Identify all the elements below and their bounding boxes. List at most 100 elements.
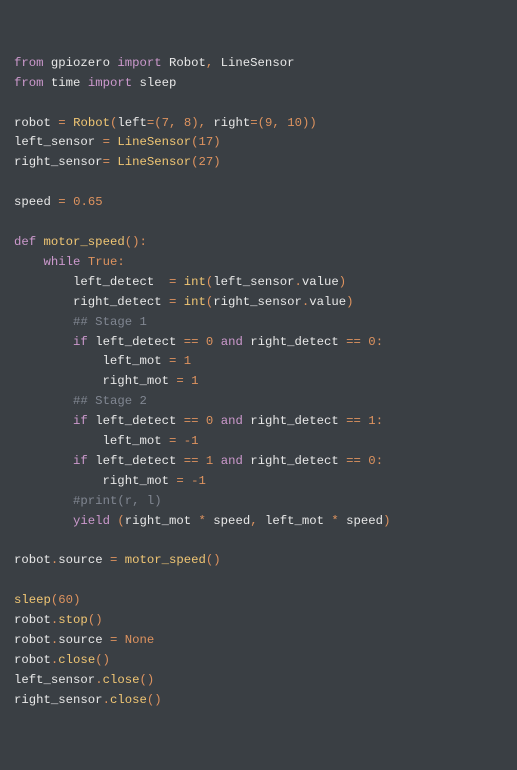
code-token: , (272, 116, 279, 130)
code-token: () (95, 653, 110, 667)
code-line: left_detect = int(left_sensor.value) (14, 273, 517, 293)
code-token: 60 (58, 593, 73, 607)
code-token: 1 (184, 354, 191, 368)
code-line: robot = Robot(left=(7, 8), right=(9, 10)… (14, 114, 517, 134)
code-line: from gpiozero import Robot, LineSensor (14, 54, 517, 74)
code-token: Robot (73, 116, 110, 130)
code-token: right_mot (125, 514, 199, 528)
code-line: while True: (14, 253, 517, 273)
code-token: and (221, 454, 243, 468)
code-token: stop (58, 613, 88, 627)
code-token: . (51, 613, 58, 627)
code-token: . (103, 693, 110, 707)
code-line: left_mot = 1 (14, 352, 517, 372)
code-token (14, 514, 73, 528)
code-token (14, 494, 73, 508)
code-token: = (176, 474, 183, 488)
code-token: speed (14, 195, 58, 209)
code-line (14, 532, 517, 552)
code-line: if left_detect == 0 and right_detect == … (14, 333, 517, 353)
code-token: * (331, 514, 338, 528)
code-token: . (95, 673, 102, 687)
code-token (14, 394, 73, 408)
code-token: ) (346, 295, 353, 309)
code-token (66, 195, 73, 209)
code-line: def motor_speed(): (14, 233, 517, 253)
code-token: . (294, 275, 301, 289)
code-token (66, 116, 73, 130)
code-token: , (250, 514, 257, 528)
code-token: == (346, 454, 361, 468)
code-token: == (184, 335, 199, 349)
code-line: robot.source = None (14, 631, 517, 651)
code-token: left (117, 116, 147, 130)
code-token: ) (73, 593, 80, 607)
code-token: while (44, 255, 81, 269)
code-token: left_detect (14, 275, 169, 289)
code-token: robot (14, 613, 51, 627)
code-token: robot (14, 653, 51, 667)
code-token (199, 335, 206, 349)
code-token: right_sensor (14, 693, 103, 707)
code-token (14, 414, 73, 428)
code-token: right_mot (14, 374, 176, 388)
code-token: motor_speed (44, 235, 125, 249)
code-token (213, 454, 220, 468)
code-token: right (206, 116, 250, 130)
code-token (176, 116, 183, 130)
code-token: right_sensor (213, 295, 302, 309)
code-token: ## Stage 1 (73, 315, 147, 329)
code-token: and (221, 414, 243, 428)
code-token: ( (117, 514, 124, 528)
code-token: right_sensor (14, 155, 103, 169)
code-token: from (14, 56, 44, 70)
code-line: robot.stop() (14, 611, 517, 631)
code-token: right_detect (243, 414, 346, 428)
code-line: left_mot = -1 (14, 432, 517, 452)
code-line: speed = 0.65 (14, 193, 517, 213)
code-token: robot (14, 116, 58, 130)
code-token: ## Stage 2 (73, 394, 147, 408)
code-line (14, 173, 517, 193)
code-token (14, 335, 73, 349)
code-line (14, 94, 517, 114)
code-token (117, 553, 124, 567)
code-token: 10 (287, 116, 302, 130)
code-token: int (184, 275, 206, 289)
code-token: = (58, 195, 65, 209)
code-token: 0.65 (73, 195, 103, 209)
code-token: left_sensor (14, 673, 95, 687)
code-token: robot (14, 633, 51, 647)
code-token: ) (213, 155, 220, 169)
code-token (176, 275, 183, 289)
code-token: = (103, 155, 110, 169)
code-token: 27 (199, 155, 214, 169)
code-line: ## Stage 1 (14, 313, 517, 333)
code-token: - (191, 474, 198, 488)
code-token: LineSensor (117, 135, 191, 149)
code-token: 1 (191, 434, 198, 448)
code-token: def (14, 235, 36, 249)
code-token: left_sensor (14, 135, 103, 149)
code-line: ## Stage 2 (14, 392, 517, 412)
code-token: 0 (368, 335, 375, 349)
code-token: =( (250, 116, 265, 130)
code-token: yield (73, 514, 110, 528)
code-token: ) (383, 514, 390, 528)
code-token (117, 633, 124, 647)
code-token: sleep (132, 76, 176, 90)
code-token: () (206, 553, 221, 567)
code-line: robot.close() (14, 651, 517, 671)
code-token (80, 255, 87, 269)
code-token: == (184, 454, 199, 468)
code-token: . (51, 633, 58, 647)
code-token: close (110, 693, 147, 707)
code-token: ( (191, 155, 198, 169)
code-token (213, 335, 220, 349)
code-line: right_mot = -1 (14, 472, 517, 492)
code-token: ( (191, 135, 198, 149)
code-token: #print(r, l) (73, 494, 162, 508)
code-line: if left_detect == 0 and right_detect == … (14, 412, 517, 432)
code-token: speed (339, 514, 383, 528)
code-line: yield (right_mot * speed, left_mot * spe… (14, 512, 517, 532)
